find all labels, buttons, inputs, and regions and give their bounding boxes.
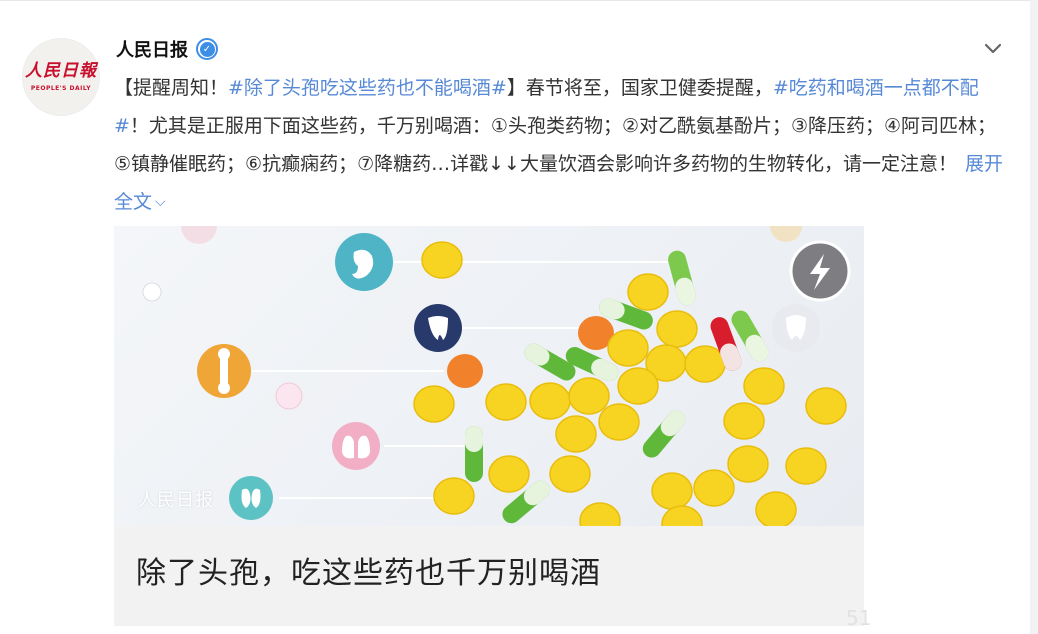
author-name[interactable]: 人民日报 (116, 36, 188, 62)
post-author: 人民日报 ✓ (116, 36, 218, 62)
weibo-post: 人民日報 PEOPLE'S DAILY 人民日报 ✓ 【提醒周知！#除了头孢吃这… (0, 0, 1030, 634)
verified-badge-icon: ✓ (196, 38, 218, 60)
article-card[interactable]: 人民日报 除了头孢，吃这些药也千万别喝酒 (114, 226, 864, 626)
post-text-segment: 【提醒周知！ (114, 77, 229, 99)
pills-illustration (142, 226, 851, 526)
chevron-down-icon (984, 43, 1002, 54)
hashtag-link[interactable]: #除了头孢吃这些药也不能喝酒# (228, 77, 507, 99)
article-card-title[interactable]: 除了头孢，吃这些药也千万别喝酒 (136, 548, 601, 592)
article-card-image: 人民日报 (114, 226, 864, 526)
post-text-segment: 】春节将至，国家卫健委提醒， (506, 77, 773, 99)
corner-watermark: 51 (846, 606, 872, 630)
scroll-gutter (1030, 0, 1038, 634)
chevron-down-icon: ⌵ (155, 194, 166, 210)
post-body: 【提醒周知！#除了头孢吃这些药也不能喝酒#】春节将至，国家卫健委提醒，#吃药和喝… (114, 69, 1009, 221)
avatar[interactable]: 人民日報 PEOPLE'S DAILY (22, 38, 100, 116)
avatar-logo-subtitle: PEOPLE'S DAILY (30, 84, 92, 92)
lightning-icon (789, 240, 851, 302)
avatar-logo-text: 人民日報 (25, 60, 97, 81)
image-watermark: 人民日报 (138, 490, 214, 511)
post-text-segment: ！尤其是正服用下面这些药，千万别喝酒：①头孢类药物；②对乙酰氨基酚片；③降压药；… (114, 115, 997, 175)
post-menu-button[interactable] (982, 38, 1004, 60)
